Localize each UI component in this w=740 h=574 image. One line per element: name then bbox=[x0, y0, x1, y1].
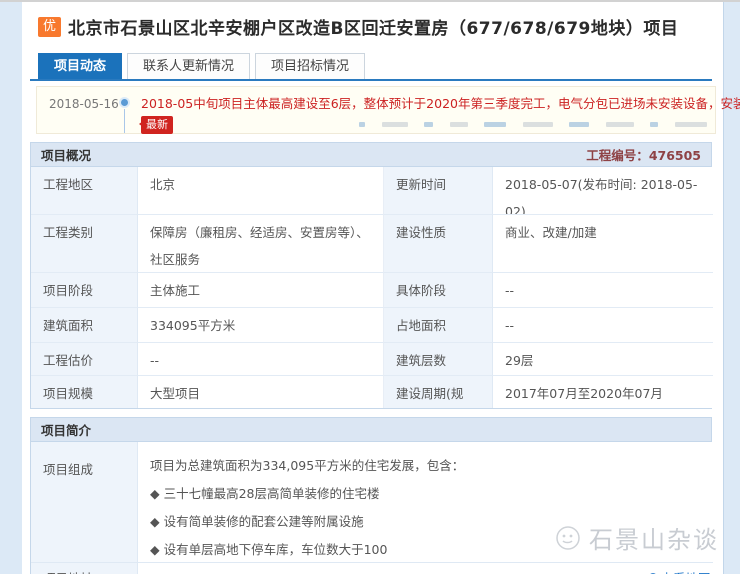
overview-grid: 工程地区 北京 更新时间 2018-05-07(发布时间: 2018-05-02… bbox=[31, 167, 711, 408]
overview-title: 项目概况 bbox=[41, 145, 91, 164]
composition-label: 项目组成 bbox=[31, 442, 138, 562]
brief-table-header: 项目简介 bbox=[31, 418, 711, 442]
tab-contact-updates[interactable]: 联系人更新情况 bbox=[127, 53, 250, 79]
field-value: 北京 bbox=[138, 167, 384, 214]
field-label: 占地面积 bbox=[384, 307, 493, 342]
view-map-link[interactable]: 查看地图 bbox=[648, 567, 711, 574]
clipped-icons-row bbox=[359, 122, 707, 130]
left-margin-strip bbox=[0, 2, 22, 574]
page-title: 北京市石景山区北辛安棚户区改造B区回迁安置房（677/678/679地块）项目 bbox=[68, 14, 678, 39]
view-map-label: 查看地图 bbox=[661, 567, 711, 574]
field-label: 具体阶段 bbox=[384, 272, 493, 307]
field-value: -- bbox=[493, 307, 713, 342]
overview-table-header: 项目概况 工程编号：476505 bbox=[31, 143, 711, 167]
field-label: 建设性质 bbox=[384, 214, 493, 272]
field-value: 2017年07月至2020年07月 bbox=[493, 375, 713, 408]
right-margin-strip bbox=[723, 2, 740, 574]
overview-table: 项目概况 工程编号：476505 工程地区 北京 更新时间 2018-05-07… bbox=[30, 142, 712, 409]
brief-table: 项目简介 项目组成 项目为总建筑面积为334,095平方米的住宅发展，包含： ◆… bbox=[30, 417, 712, 574]
field-label: 工程地区 bbox=[31, 167, 138, 214]
field-label: 工程类别 bbox=[31, 214, 138, 272]
news-box: 2018-05-16 2018-05中旬项目主体最高建设至6层，整体预计于202… bbox=[36, 86, 716, 134]
title-row: 优 北京市石景山区北辛安棚户区改造B区回迁安置房（677/678/679地块）项… bbox=[30, 14, 712, 39]
brief-grid: 项目组成 项目为总建筑面积为334,095平方米的住宅发展，包含： ◆ 三十七幢… bbox=[31, 442, 711, 574]
address-label: 项目地址 bbox=[31, 562, 138, 574]
field-label: 项目阶段 bbox=[31, 272, 138, 307]
field-value: 29层 bbox=[493, 342, 713, 375]
quality-badge: 优 bbox=[38, 17, 61, 37]
field-value: 2018-05-07(发布时间: 2018-05-02) bbox=[493, 167, 713, 214]
tab-bar: 项目动态 联系人更新情况 项目招标情况 bbox=[30, 53, 712, 81]
composition-intro: 项目为总建筑面积为334,095平方米的住宅发展，包含： bbox=[150, 454, 701, 478]
project-detail-page: 优 北京市石景山区北辛安棚户区改造B区回迁安置房（677/678/679地块）项… bbox=[0, 0, 740, 574]
field-value: -- bbox=[493, 272, 713, 307]
tab-project-updates[interactable]: 项目动态 bbox=[38, 53, 122, 79]
field-label: 建筑面积 bbox=[31, 307, 138, 342]
composition-value: 项目为总建筑面积为334,095平方米的住宅发展，包含： ◆ 三十七幢最高28层… bbox=[138, 442, 713, 562]
project-number-label: 工程编号： bbox=[586, 148, 649, 163]
field-value: -- bbox=[138, 342, 384, 375]
composition-item: ◆ 设有单层高地下停车库，车位数大于100 bbox=[150, 538, 701, 562]
field-value: 大型项目 bbox=[138, 375, 384, 408]
address-value: 北京市石景山区北辛安地区，东至特钢厂区，南至石景山路，西至北辛安路，北至阜石路查… bbox=[138, 562, 713, 574]
field-label: 项目规模 bbox=[31, 375, 138, 408]
content-area: 优 北京市石景山区北辛安棚户区改造B区回迁安置房（677/678/679地块）项… bbox=[22, 2, 723, 574]
tab-bidding-info[interactable]: 项目招标情况 bbox=[255, 53, 365, 79]
field-value: 保障房（廉租房、经适房、安置房等）、社区服务 bbox=[138, 214, 384, 272]
project-number-value: 476505 bbox=[649, 148, 701, 163]
field-label: 建设周期(规划) bbox=[384, 375, 493, 408]
field-label: 工程估价 bbox=[31, 342, 138, 375]
composition-item: ◆ 设有简单装修的配套公建等附属设施 bbox=[150, 510, 701, 534]
new-badge: 最新 bbox=[141, 116, 173, 134]
brief-title: 项目简介 bbox=[41, 420, 91, 439]
composition-item: ◆ 三十七幢最高28层高简单装修的住宅楼 bbox=[150, 482, 701, 506]
field-value: 商业、改建/加建 bbox=[493, 214, 713, 272]
field-label: 更新时间 bbox=[384, 167, 493, 214]
field-value: 334095平方米 bbox=[138, 307, 384, 342]
news-text: 2018-05中旬项目主体最高建设至6层，整体预计于2020年第三季度完工，电气… bbox=[141, 96, 740, 112]
news-date: 2018-05-16 bbox=[49, 97, 121, 111]
field-value: 主体施工 bbox=[138, 272, 384, 307]
timeline-dot-icon bbox=[121, 99, 141, 106]
project-number: 工程编号：476505 bbox=[586, 145, 701, 164]
field-label: 建筑层数 bbox=[384, 342, 493, 375]
